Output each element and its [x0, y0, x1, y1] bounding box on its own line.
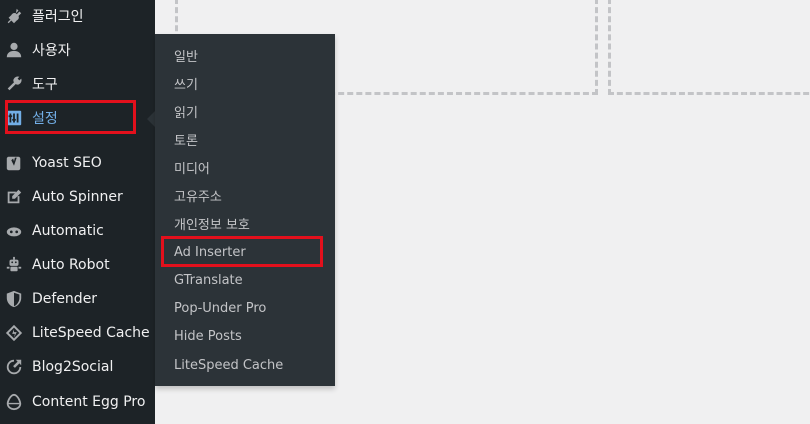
settings-icon: [4, 108, 24, 128]
sidebar-item-label: Yoast SEO: [32, 155, 102, 171]
sidebar-item-label: 도구: [32, 77, 58, 93]
settings-submenu: 일반 쓰기 읽기 토론 미디어 고유주소 개인정보 보호 Ad Inserter…: [155, 34, 335, 386]
sidebar-item-blog2social[interactable]: Blog2Social: [0, 350, 155, 384]
pencil-square-icon: [4, 187, 24, 207]
cloud-icon: [4, 221, 24, 241]
sidebar-item-label: LiteSpeed Cache: [32, 325, 150, 341]
sidebar-item-label: 플러그인: [32, 9, 84, 25]
admin-sidebar: 플러그인 사용자 도구 설정 Yoast SEO Auto Spinner Au…: [0, 0, 155, 424]
submenu-item-ad-inserter[interactable]: Ad Inserter: [174, 239, 246, 265]
sidebar-item-plugins[interactable]: 플러그인: [0, 0, 155, 33]
shield-icon: [4, 289, 24, 309]
sidebar-item-label: Auto Spinner: [32, 189, 123, 205]
sidebar-item-users[interactable]: 사용자: [0, 33, 155, 67]
sidebar-item-yoast-seo[interactable]: Yoast SEO: [0, 146, 155, 180]
submenu-item-privacy[interactable]: 개인정보 보호: [174, 210, 250, 236]
submenu-item-hide-posts[interactable]: Hide Posts: [174, 323, 242, 349]
litespeed-diamond-icon: [4, 323, 24, 343]
plugin-icon: [4, 6, 24, 26]
sidebar-item-settings[interactable]: 설정: [0, 101, 155, 135]
sidebar-item-litespeed-cache[interactable]: LiteSpeed Cache: [0, 316, 155, 350]
sidebar-item-auto-robot[interactable]: Auto Robot: [0, 248, 155, 282]
submenu-item-reading[interactable]: 읽기: [174, 98, 198, 124]
sidebar-item-label: Defender: [32, 291, 98, 307]
placeholder-box-right: [608, 0, 810, 95]
sidebar-item-label: 설정: [32, 111, 58, 127]
submenu-pointer-arrow: [147, 111, 155, 127]
sidebar-item-automatic[interactable]: Automatic: [0, 214, 155, 248]
wrench-icon: [4, 74, 24, 94]
sidebar-item-auto-spinner[interactable]: Auto Spinner: [0, 180, 155, 214]
submenu-item-litespeed-cache[interactable]: LiteSpeed Cache: [174, 352, 283, 378]
sidebar-item-label: 사용자: [32, 43, 71, 59]
sidebar-item-label: Auto Robot: [32, 257, 110, 273]
share-arrow-icon: [4, 357, 24, 377]
submenu-item-pop-under-pro[interactable]: Pop-Under Pro: [174, 295, 266, 321]
egg-icon: [4, 392, 24, 412]
yoast-icon: [4, 153, 24, 173]
sidebar-item-label: Blog2Social: [32, 359, 114, 375]
users-icon: [4, 40, 24, 60]
sidebar-item-label: Automatic: [32, 223, 104, 239]
sidebar-item-content-egg-pro[interactable]: Content Egg Pro: [0, 385, 155, 419]
sidebar-item-label: Content Egg Pro: [32, 394, 146, 410]
sidebar-item-tools[interactable]: 도구: [0, 67, 155, 101]
robot-icon: [4, 255, 24, 275]
submenu-item-writing[interactable]: 쓰기: [174, 70, 198, 96]
submenu-item-media[interactable]: 미디어: [174, 154, 210, 180]
submenu-item-gtranslate[interactable]: GTranslate: [174, 267, 243, 293]
submenu-item-general[interactable]: 일반: [174, 42, 198, 68]
submenu-item-permalinks[interactable]: 고유주소: [174, 182, 222, 208]
sidebar-item-defender[interactable]: Defender: [0, 282, 155, 316]
submenu-item-discussion[interactable]: 토론: [174, 126, 198, 152]
